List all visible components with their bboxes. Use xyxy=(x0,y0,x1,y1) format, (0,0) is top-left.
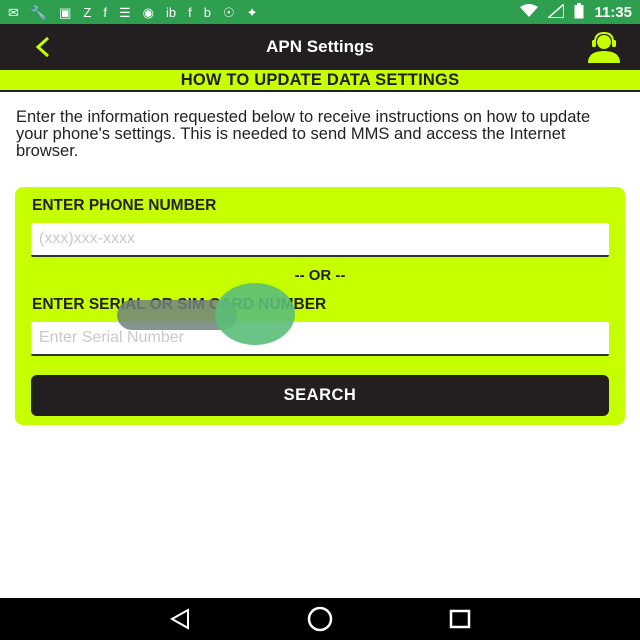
app-bar: APN Settings xyxy=(0,24,640,70)
ib-icon: ib xyxy=(165,4,177,20)
back-button[interactable] xyxy=(28,32,58,62)
phone-number-input[interactable] xyxy=(31,223,609,255)
serial-number-label: ENTER SERIAL OR SIM CARD NUMBER xyxy=(32,296,327,313)
signal-icon xyxy=(546,1,566,21)
list-icon: ☰ xyxy=(118,4,131,20)
intro-text: Enter the information requested below to… xyxy=(16,108,591,160)
chevron-left-icon xyxy=(35,36,50,58)
voicemail-icon: ◉ xyxy=(142,4,154,20)
section-heading: HOW TO UPDATE DATA SETTINGS xyxy=(0,70,640,92)
back-triangle-icon xyxy=(169,608,189,630)
notification-icons: ✉ 🔧 ▣ Z f ☰ ◉ ib f b ☉ ✦ xyxy=(8,6,520,19)
recents-square-icon xyxy=(449,609,471,629)
battery-icon xyxy=(574,2,584,22)
satellite-icon: ✦ xyxy=(246,4,258,20)
unknown-icon: ☉ xyxy=(222,4,235,20)
b-icon: b xyxy=(203,4,211,20)
page-title: APN Settings xyxy=(266,37,374,56)
signal-z-icon: Z xyxy=(83,4,92,20)
serial-number-field-wrapper xyxy=(31,322,609,356)
status-right: 11:35 xyxy=(520,1,632,22)
nav-back-button[interactable] xyxy=(160,604,200,634)
phone-number-field-wrapper xyxy=(31,223,609,257)
serial-number-input[interactable] xyxy=(31,322,609,354)
status-time: 11:35 xyxy=(594,3,632,21)
wifi-icon xyxy=(520,3,539,21)
nav-recents-button[interactable] xyxy=(440,604,480,634)
bbm-icon: ▣ xyxy=(59,4,72,20)
nav-home-button[interactable] xyxy=(300,604,340,634)
system-nav-bar xyxy=(0,598,640,640)
status-bar: ✉ 🔧 ▣ Z f ☰ ◉ ib f b ☉ ✦ 11:35 xyxy=(0,0,640,24)
or-divider: -- OR -- xyxy=(294,267,346,284)
support-agent-icon xyxy=(588,31,620,63)
phone-number-label: ENTER PHONE NUMBER xyxy=(32,197,217,214)
messenger-icon: ✉ xyxy=(8,4,19,20)
customer-support-button[interactable] xyxy=(584,30,624,64)
facebook-icon: f xyxy=(188,4,192,20)
wrench-icon: 🔧 xyxy=(30,4,48,20)
search-button[interactable]: SEARCH xyxy=(31,375,609,416)
lookup-form: ENTER PHONE NUMBER -- OR -- ENTER SERIAL… xyxy=(15,187,625,425)
home-circle-icon xyxy=(307,606,333,632)
facebook-icon: f xyxy=(103,4,107,20)
